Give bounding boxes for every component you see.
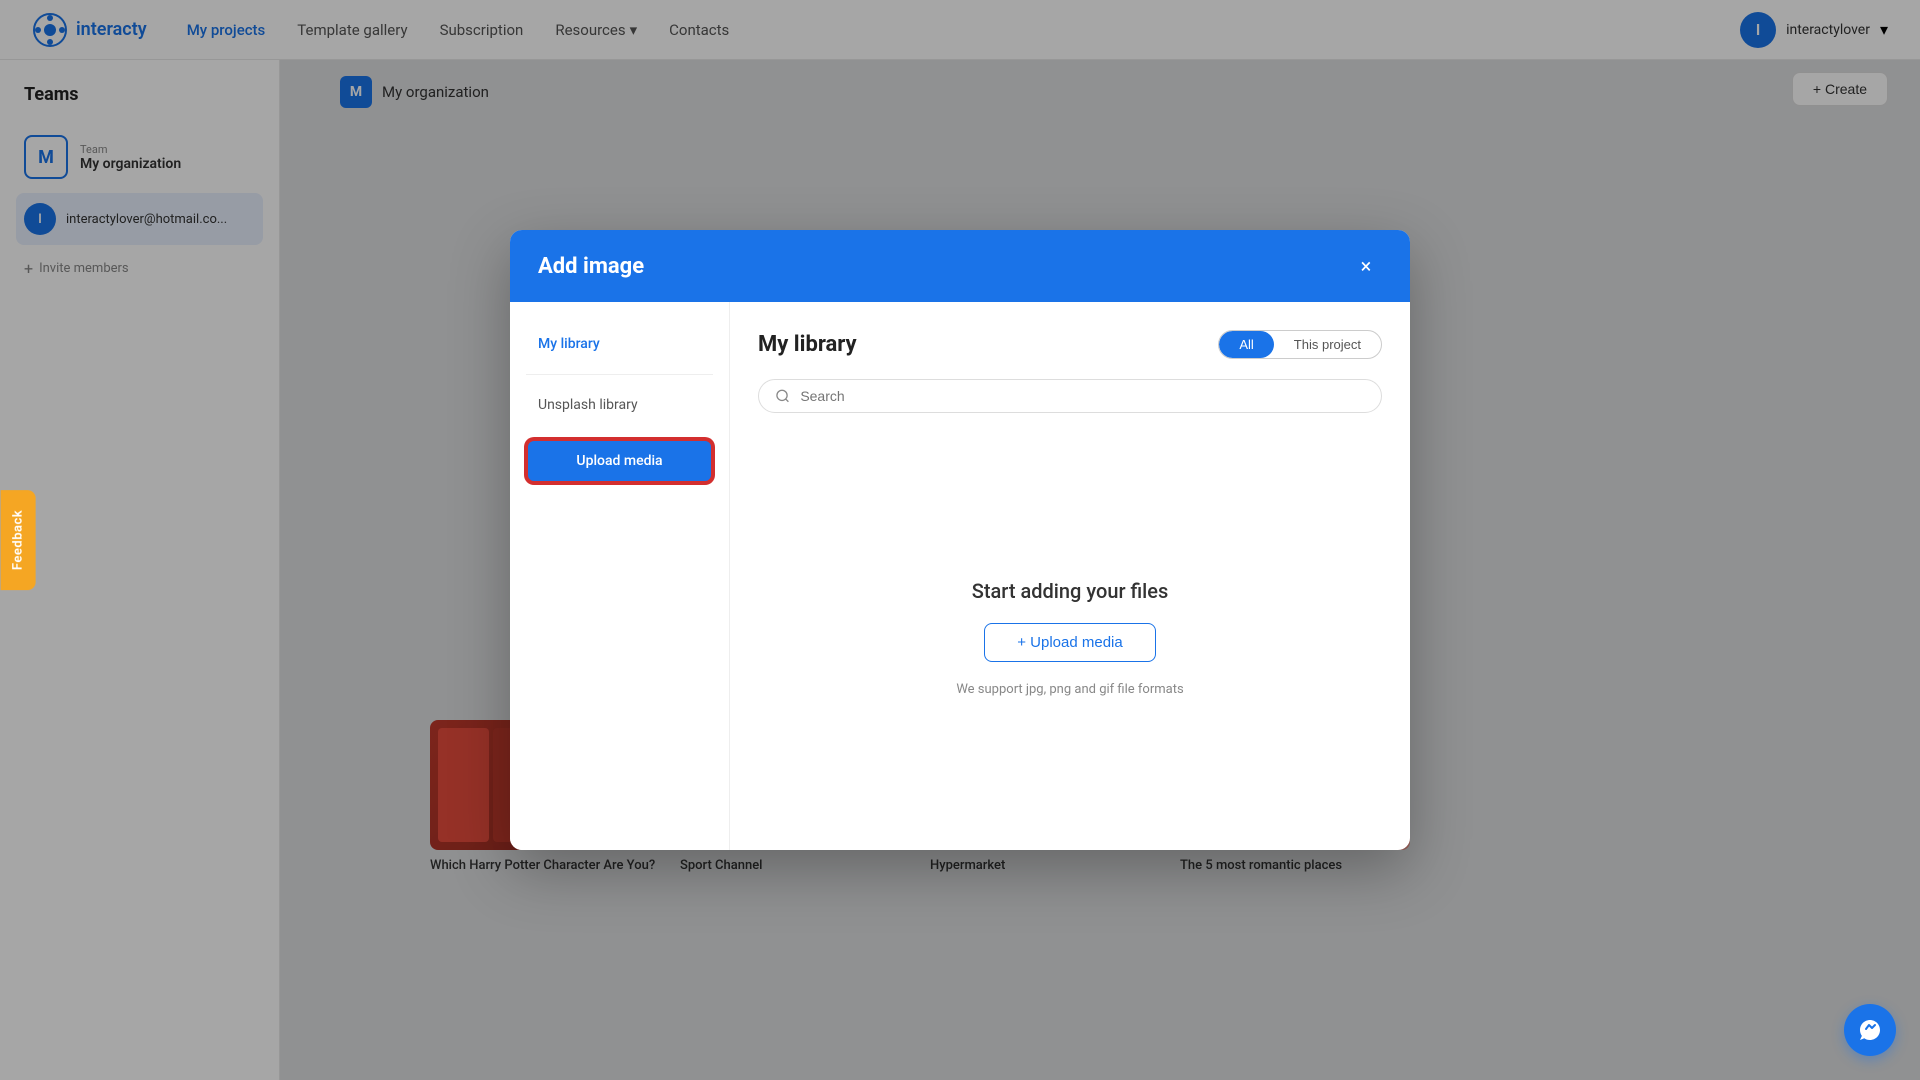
upload-media-cta-button[interactable]: + Upload media bbox=[984, 623, 1155, 662]
filter-all-button[interactable]: All bbox=[1219, 331, 1273, 358]
feedback-tab[interactable]: Feedback bbox=[1, 490, 36, 590]
empty-state-title: Start adding your files bbox=[972, 579, 1169, 603]
modal-content-header: My library All This project bbox=[758, 330, 1382, 359]
modal-body: My library Unsplash library Upload media… bbox=[510, 302, 1410, 850]
search-bar bbox=[758, 379, 1382, 413]
modal-content: My library All This project Start adding… bbox=[730, 302, 1410, 850]
modal-nav-divider bbox=[526, 374, 713, 375]
modal-sidebar: My library Unsplash library Upload media bbox=[510, 302, 730, 850]
modal-header: Add image × bbox=[510, 230, 1410, 302]
empty-state: Start adding your files + Upload media W… bbox=[758, 453, 1382, 822]
modal-add-image: Add image × My library Unsplash library … bbox=[510, 230, 1410, 850]
messenger-button[interactable] bbox=[1844, 1004, 1896, 1056]
messenger-icon bbox=[1858, 1018, 1882, 1042]
upload-media-button[interactable]: Upload media bbox=[526, 439, 713, 483]
filter-buttons: All This project bbox=[1218, 330, 1382, 359]
modal-section-title: My library bbox=[758, 332, 857, 357]
modal-close-button[interactable]: × bbox=[1350, 250, 1382, 282]
filter-this-project-button[interactable]: This project bbox=[1274, 331, 1381, 358]
modal-nav-my-library[interactable]: My library bbox=[526, 326, 713, 362]
search-input[interactable] bbox=[800, 388, 1365, 404]
supported-formats-text: We support jpg, png and gif file formats bbox=[956, 682, 1183, 697]
modal-title: Add image bbox=[538, 254, 644, 279]
search-icon bbox=[775, 388, 790, 404]
modal-nav-unsplash[interactable]: Unsplash library bbox=[526, 387, 713, 423]
